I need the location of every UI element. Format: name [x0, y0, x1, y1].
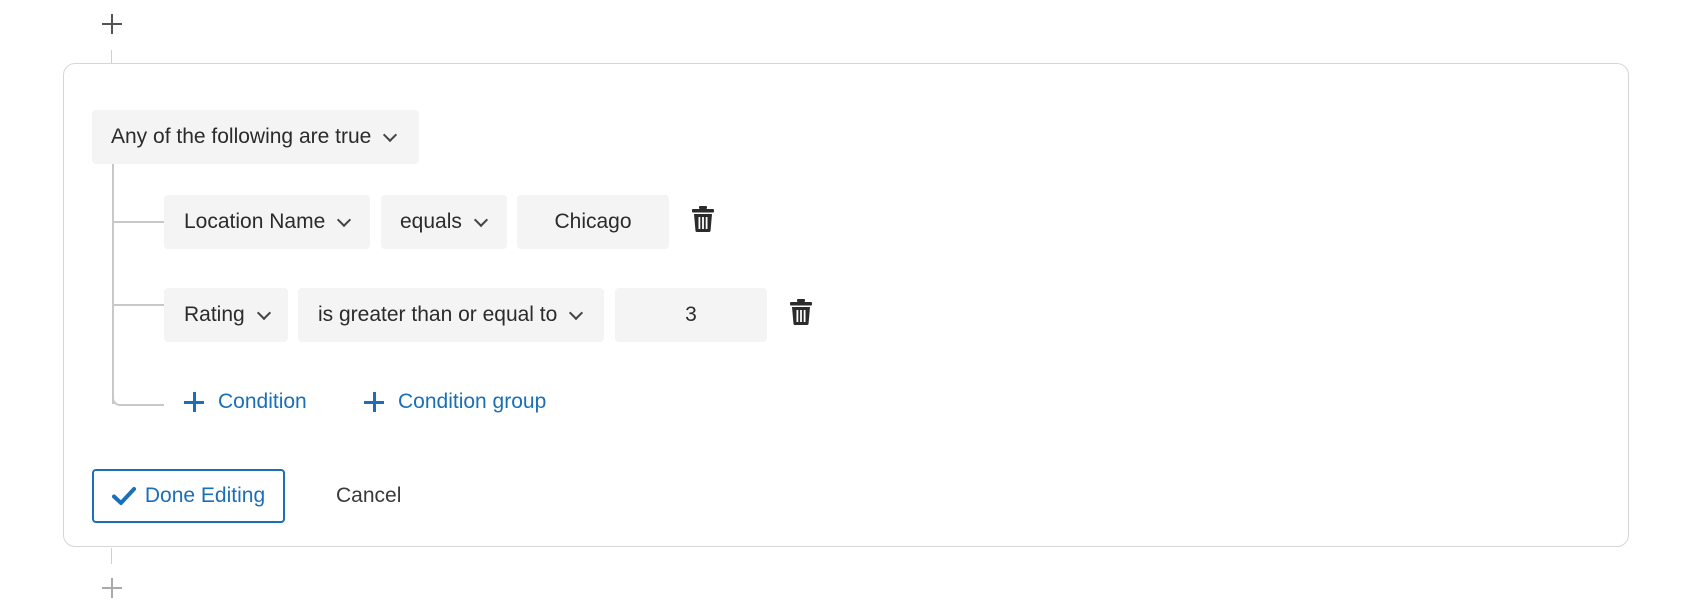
add-step-below-icon[interactable] [102, 578, 122, 598]
flow-connector [111, 50, 112, 64]
chevron-down-icon [256, 305, 271, 320]
add-step-above-icon[interactable] [102, 14, 122, 34]
done-editing-button[interactable]: Done Editing [92, 469, 285, 523]
checkmark-icon [111, 487, 136, 505]
tree-branch [112, 221, 164, 223]
plus-icon [184, 392, 204, 412]
group-mode-label: Any of the following are true [111, 125, 372, 148]
add-condition-label: Condition [218, 390, 307, 413]
condition-field-dropdown[interactable]: Rating [164, 288, 288, 342]
condition-value: 3 [685, 303, 697, 326]
condition-operator-dropdown[interactable]: is greater than or equal to [298, 288, 604, 342]
condition-field-dropdown[interactable]: Location Name [164, 195, 370, 249]
chevron-down-icon [569, 305, 584, 320]
cancel-button[interactable]: Cancel [336, 484, 401, 508]
condition-value: Chicago [554, 210, 632, 233]
add-condition-group-button[interactable]: Condition group [364, 390, 546, 414]
tree-branch [112, 304, 164, 306]
flow-connector [111, 548, 112, 564]
condition-field-label: Location Name [184, 210, 326, 233]
condition-operator-label: is greater than or equal to [318, 303, 558, 326]
chevron-down-icon [337, 212, 352, 227]
chevron-down-icon [383, 127, 398, 142]
condition-operator-dropdown[interactable]: equals [381, 195, 507, 249]
group-mode-dropdown[interactable]: Any of the following are true [92, 110, 419, 164]
delete-condition-trash-icon[interactable] [692, 206, 714, 232]
tree-branch-end [112, 388, 164, 406]
chevron-down-icon [473, 212, 488, 227]
add-condition-button[interactable]: Condition [184, 390, 307, 414]
add-condition-group-label: Condition group [398, 390, 547, 413]
done-editing-label: Done Editing [144, 484, 266, 507]
condition-operator-label: equals [400, 210, 462, 233]
plus-icon [364, 392, 384, 412]
condition-value-input[interactable]: Chicago [517, 195, 669, 249]
delete-condition-trash-icon[interactable] [790, 299, 812, 325]
tree-line [112, 164, 114, 404]
condition-value-input[interactable]: 3 [615, 288, 767, 342]
condition-field-label: Rating [184, 303, 245, 326]
